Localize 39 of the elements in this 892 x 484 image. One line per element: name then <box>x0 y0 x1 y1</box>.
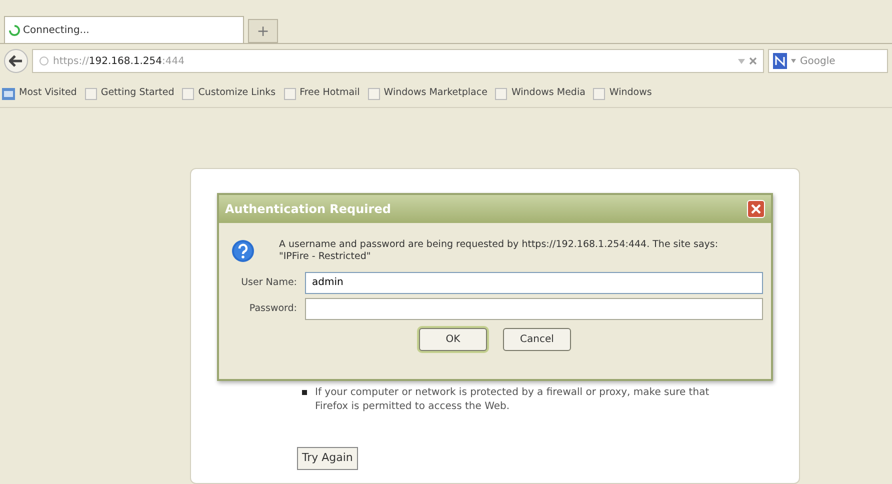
search-field[interactable]: Google <box>768 49 888 73</box>
question-icon <box>231 239 255 263</box>
ok-button[interactable]: OK <box>419 328 487 351</box>
input-field[interactable] <box>305 298 763 320</box>
field-label: Password: <box>248 302 297 316</box>
dialog-title: Authentication Required <box>225 201 391 218</box>
page-icon <box>368 88 380 100</box>
realm-text: "IPFire - Restricted" <box>279 251 372 264</box>
back-button[interactable] <box>4 49 28 73</box>
bullet-icon <box>302 390 307 395</box>
field-label: User Name: <box>240 276 297 290</box>
cancel-button[interactable]: Cancel <box>503 328 571 351</box>
folder-icon <box>2 88 15 100</box>
bookmark-item[interactable]: Windows Marketplace <box>368 86 488 101</box>
page-icon <box>495 88 508 100</box>
close-button[interactable] <box>747 200 765 218</box>
page-icon <box>84 88 97 100</box>
globe-icon <box>39 56 49 66</box>
dialog-message: A username and password are being requested by https://192.168.1.254:444. The site says: <box>279 239 718 252</box>
error-hint: If your computer or network is protected by a firewall or proxy, make sure that Firefox is permitted to access the Web. <box>315 386 710 413</box>
page-icon <box>284 88 296 100</box>
input-field[interactable]: admin <box>305 272 763 294</box>
bookmark-item[interactable]: Windows <box>593 86 652 101</box>
bookmark-item[interactable]: Customize Links <box>182 86 276 101</box>
tab[interactable]: Connecting... <box>4 16 244 43</box>
bookmark-item[interactable]: Windows Media <box>495 86 586 101</box>
bookmark-item[interactable]: Most Visited <box>2 86 77 101</box>
stop-icon[interactable] <box>749 57 757 65</box>
url-field[interactable]: https://192.168.1.254:444 <box>53 54 184 68</box>
page-icon <box>593 88 606 100</box>
page-icon <box>182 88 194 100</box>
search-engine-icon <box>773 53 787 69</box>
bookmark-item[interactable]: Free Hotmail <box>284 86 360 101</box>
dropdown-icon[interactable] <box>738 58 745 64</box>
bookmark-item[interactable]: Getting Started <box>84 86 174 101</box>
close-icon <box>751 204 761 214</box>
back-arrow-icon <box>9 55 23 67</box>
dropdown-icon[interactable] <box>791 59 796 63</box>
try-again-button[interactable]: Try Again <box>297 447 358 470</box>
